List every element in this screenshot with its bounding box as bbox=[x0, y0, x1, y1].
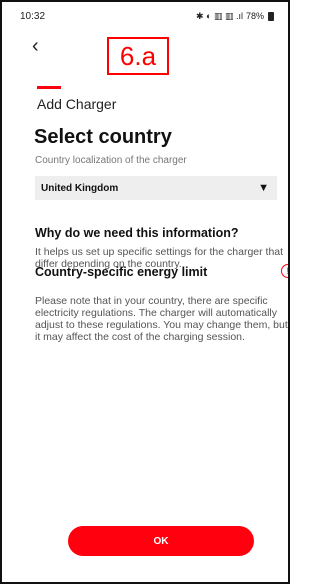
chevron-left-icon: ‹ bbox=[32, 35, 39, 57]
title-accent-bar bbox=[37, 86, 61, 89]
back-button[interactable]: ‹ bbox=[32, 36, 39, 56]
info-icon[interactable]: ! bbox=[281, 264, 290, 278]
energy-section-body: Please note that in your country, there … bbox=[35, 295, 288, 343]
ok-button[interactable]: OK bbox=[68, 526, 254, 556]
country-select[interactable]: United Kingdom ▼ bbox=[35, 176, 277, 200]
energy-section-title: Country-specific energy limit bbox=[35, 265, 208, 279]
status-indicator-icons: ✱ ◐ ▥ ▥ .ıl bbox=[195, 10, 243, 21]
country-subtitle: Country localization of the charger bbox=[35, 155, 187, 166]
why-section-title: Why do we need this information? bbox=[35, 226, 239, 240]
battery-icon bbox=[268, 11, 274, 21]
screen-title: Add Charger bbox=[37, 96, 117, 112]
status-icons: ✱ ◐ ▥ ▥ .ıl 78% bbox=[196, 11, 274, 22]
phone-screen: 10:32 ✱ ◐ ▥ ▥ .ıl 78% ‹ 6.a Add Charger … bbox=[0, 0, 290, 584]
caret-down-icon: ▼ bbox=[258, 182, 269, 194]
country-select-value: United Kingdom bbox=[41, 182, 119, 194]
step-badge: 6.a bbox=[107, 37, 169, 75]
battery-percent: 78% bbox=[245, 11, 264, 21]
status-time: 10:32 bbox=[20, 10, 46, 22]
status-bar: 10:32 ✱ ◐ ▥ ▥ .ıl 78% bbox=[20, 8, 274, 24]
page-heading: Select country bbox=[34, 126, 172, 148]
info-icon-glyph: ! bbox=[286, 266, 290, 276]
